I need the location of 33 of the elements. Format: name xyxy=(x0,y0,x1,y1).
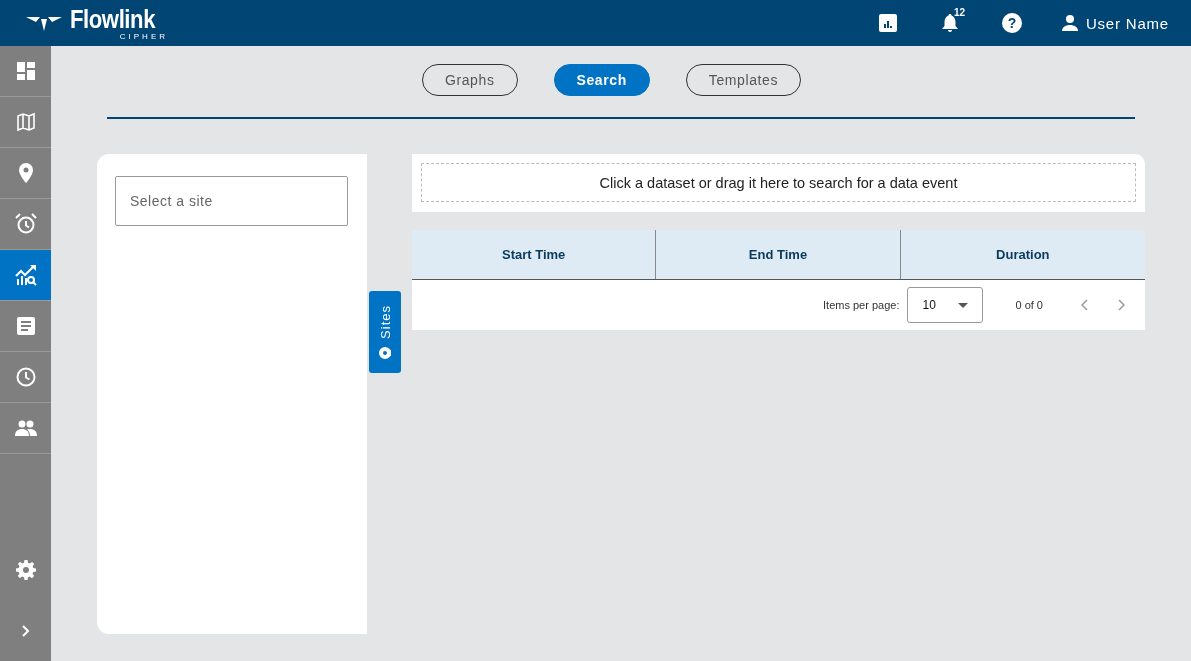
alarm-clock-icon xyxy=(14,213,37,235)
help-icon[interactable]: ? xyxy=(1001,13,1022,33)
document-icon xyxy=(16,317,35,335)
tab[interactable]: Search xyxy=(553,64,650,96)
logo-subtext: CIPHER xyxy=(119,32,168,41)
report-icon[interactable] xyxy=(878,14,897,32)
previous-page-icon[interactable] xyxy=(1081,299,1088,311)
column-header[interactable]: Start Time xyxy=(412,230,657,279)
expand-chevron-icon[interactable] xyxy=(21,624,30,637)
chart-search-icon xyxy=(14,264,37,286)
column-header[interactable]: End Time xyxy=(656,230,901,279)
page-range-text: 0 of 0 xyxy=(1015,299,1043,311)
location-pin-icon xyxy=(18,163,33,183)
next-page-icon[interactable] xyxy=(1118,299,1125,311)
dashboard-icon xyxy=(15,61,36,81)
clock-icon xyxy=(15,367,36,387)
sidebar-item[interactable] xyxy=(0,250,51,301)
drop-zone[interactable]: Click a dataset or drag it here to search for a data event xyxy=(421,163,1136,202)
site-select-field[interactable]: Select a site xyxy=(115,176,348,226)
page-size-select[interactable]: 10 xyxy=(907,287,984,323)
users-icon xyxy=(14,420,37,436)
settings-icon[interactable] xyxy=(15,559,36,580)
items-per-page-label: Items per page: xyxy=(823,299,900,311)
user-menu[interactable]: User Name xyxy=(1061,14,1169,32)
logo-text: Flowlink xyxy=(70,5,155,32)
map-icon xyxy=(15,112,36,132)
logo-icon xyxy=(26,15,62,31)
dropdown-caret-icon xyxy=(958,302,969,308)
notification-count: 12 xyxy=(953,7,966,18)
location-pin-icon xyxy=(379,346,391,359)
user-icon xyxy=(1061,15,1078,31)
sites-toggle-tab[interactable]: Sites xyxy=(369,291,401,373)
column-header[interactable]: Duration xyxy=(900,230,1145,279)
